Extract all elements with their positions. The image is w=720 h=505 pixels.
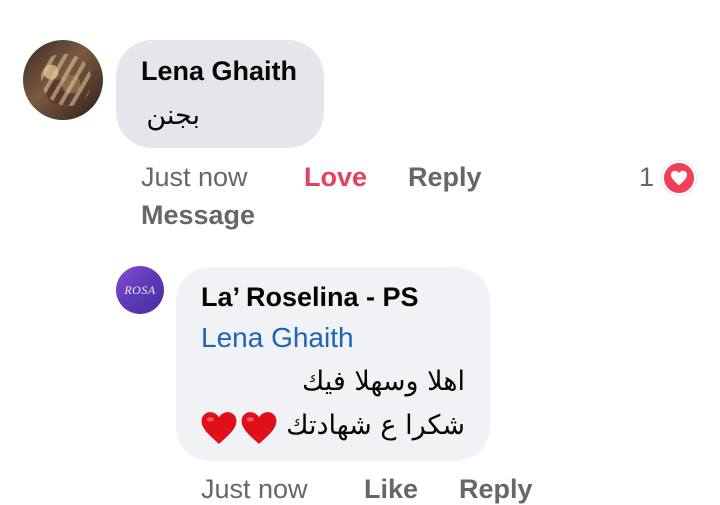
message-button[interactable]: Message <box>141 200 255 231</box>
heart-reaction-icon[interactable] <box>662 161 696 195</box>
comment-timestamp[interactable]: Just now <box>141 162 248 193</box>
reaction-count[interactable]: 1 <box>639 162 654 193</box>
reply-text-line2: شكرا ع شهادتك <box>286 410 465 441</box>
reply-timestamp[interactable]: Just now <box>201 474 308 505</box>
comment-text: بجنن <box>146 100 200 131</box>
reply-button[interactable]: Reply <box>408 162 482 193</box>
avatar-logo-text: ROSA <box>124 282 156 297</box>
heart-icon <box>671 170 687 186</box>
reply-author-name[interactable]: La’ Roselina - PS <box>201 282 419 313</box>
page-avatar[interactable]: ROSA <box>116 266 164 314</box>
reply-to-reply-button[interactable]: Reply <box>459 474 533 505</box>
love-reaction-button[interactable]: Love <box>304 162 367 193</box>
commenter-avatar[interactable] <box>23 40 103 120</box>
comment-author-name[interactable]: Lena Ghaith <box>141 56 297 87</box>
mention-link[interactable]: Lena Ghaith <box>201 322 354 354</box>
like-button[interactable]: Like <box>364 474 418 505</box>
red-heart-icon <box>241 412 277 444</box>
red-heart-icon <box>201 412 237 444</box>
reply-text-line1: اهلا وسهلا فيك <box>301 366 465 397</box>
